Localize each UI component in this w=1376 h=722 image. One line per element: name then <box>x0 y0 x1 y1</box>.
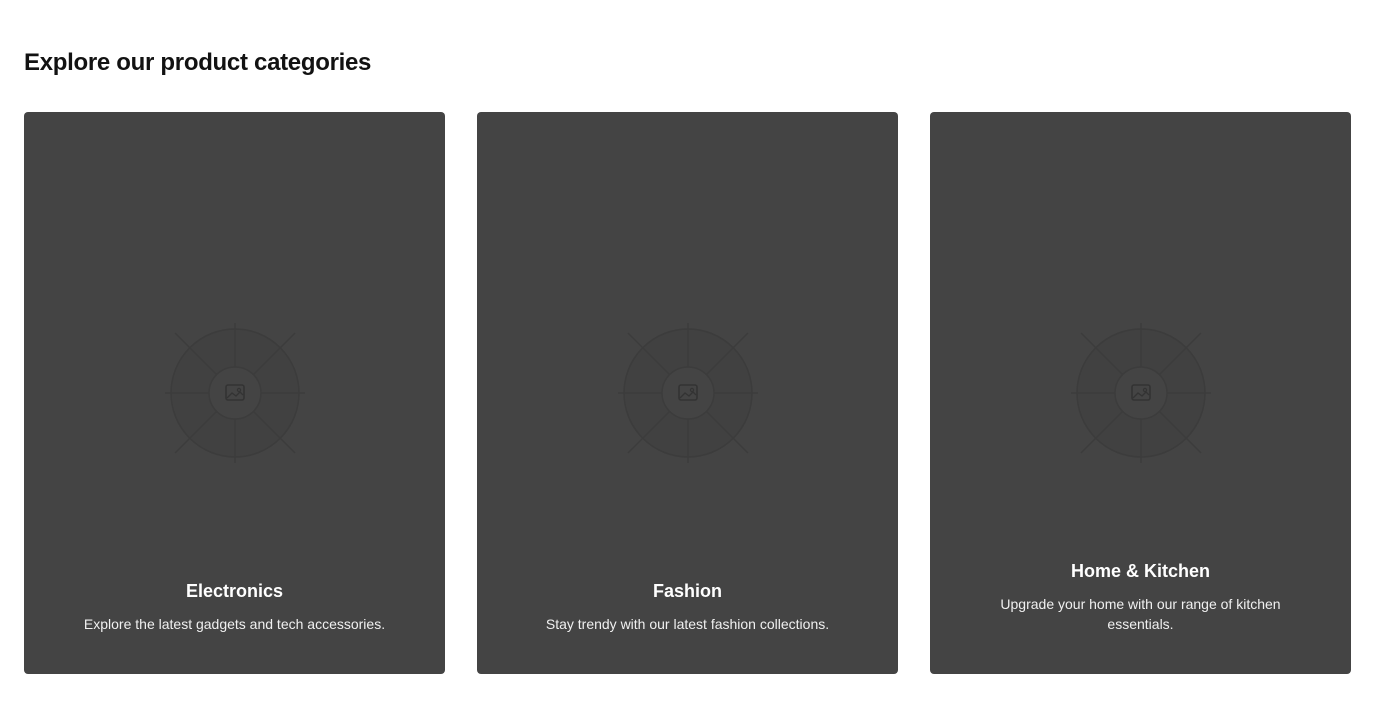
card-title: Home & Kitchen <box>1070 561 1211 581</box>
card-text: Home & Kitchen Upgrade your home with ou… <box>970 559 1311 634</box>
card-title: Electronics <box>185 581 284 601</box>
card-description: Stay trendy with our latest fashion coll… <box>545 616 830 632</box>
card-description: Upgrade your home with our range of kitc… <box>1000 596 1281 632</box>
image-placeholder-icon <box>164 323 305 463</box>
card-text: Electronics Explore the latest gadgets a… <box>64 579 405 634</box>
image-placeholder-icon <box>617 323 758 463</box>
card-description: Explore the latest gadgets and tech acce… <box>83 616 386 632</box>
category-card-list: Electronics Explore the latest gadgets a… <box>24 112 1351 674</box>
product-categories-section: Explore our product categories Electroni… <box>24 0 1352 722</box>
image-placeholder-icon <box>1070 323 1211 463</box>
section-title: Explore our product categories <box>24 49 372 76</box>
category-card-electronics[interactable]: Electronics Explore the latest gadgets a… <box>24 112 445 674</box>
card-text: Fashion Stay trendy with our latest fash… <box>517 579 858 634</box>
card-title: Fashion <box>652 581 722 601</box>
category-card-home-kitchen[interactable]: Home & Kitchen Upgrade your home with ou… <box>930 112 1351 674</box>
category-card-fashion[interactable]: Fashion Stay trendy with our latest fash… <box>477 112 898 674</box>
